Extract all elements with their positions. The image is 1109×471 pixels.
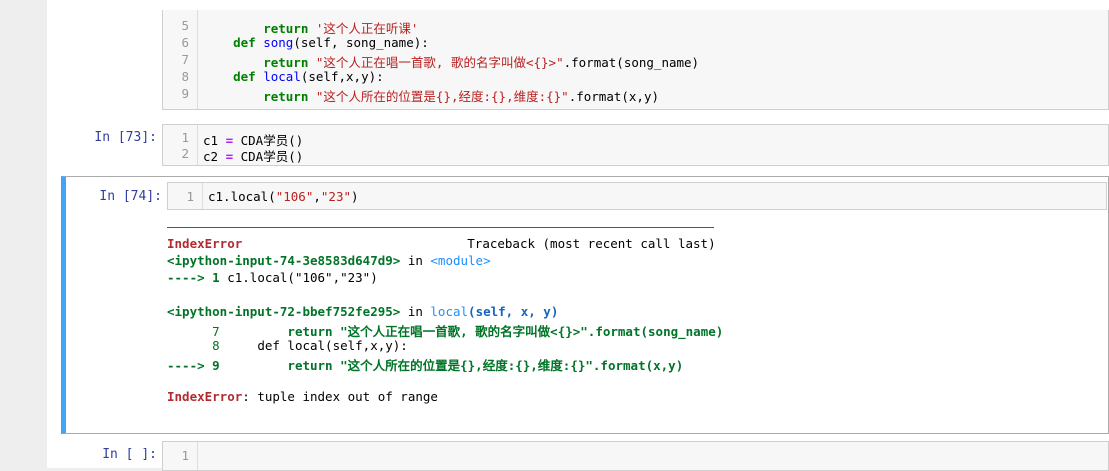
code-line-6: def song(self, song_name): [203,35,429,50]
traceback-frame-1: <ipython-input-74-3e8583d647d9> in <modu… [167,253,491,268]
error-message: IndexError: tuple index out of range [167,389,438,404]
traceback-frame-2-line-8: 8 def local(self,x,y): [167,338,408,353]
code-cell-73[interactable]: In [73]: 1 2 c1 = CDA学员() c2 = CDA学员() [47,124,1109,168]
line-number: 6 [181,35,189,50]
line-number: 5 [181,18,189,33]
input-prompt: In [74]: [99,189,162,204]
code-editor[interactable]: 1 c1.local("106","23") [167,182,1107,210]
code-line-8: def local(self,x,y): [203,69,384,84]
line-number: 2 [181,146,189,161]
line-number: 1 [181,130,189,145]
line-number: 1 [186,189,194,204]
code-editor[interactable]: 1 [162,441,1109,471]
traceback-frame-2: <ipython-input-72-bbef752fe295> in local… [167,304,559,319]
line-number: 1 [181,448,189,463]
line-number: 7 [181,52,189,67]
code-editor[interactable]: 1 2 c1 = CDA学员() c2 = CDA学员() [162,124,1109,166]
code-cell-72[interactable]: 5 6 7 8 9 return '这个人正在听课' def song(self… [47,10,1109,110]
traceback-divider [167,227,714,228]
code-cell-74[interactable]: In [74]: 1 c1.local("106","23") IndexErr… [61,176,1109,434]
line-number: 8 [181,69,189,84]
line-number: 9 [181,86,189,101]
traceback-frame-1-line: ----> 1 c1.local("106","23") [167,270,378,285]
traceback-header: IndexError Traceback (most recent call la… [167,236,716,251]
notebook-container: 5 6 7 8 9 return '这个人正在听课' def song(self… [47,0,1109,471]
code-editor[interactable]: 5 6 7 8 9 return '这个人正在听课' def song(self… [162,10,1109,110]
traceback-frame-2-line-9: ----> 9 return "这个人所在的位置是{},经度:{},维度:{}"… [167,358,684,373]
input-prompt: In [ ]: [102,447,157,462]
code-line-1: c1.local("106","23") [208,189,359,204]
code-line-9: return "这个人所在的位置是{},经度:{},维度:{}".format(… [203,89,660,104]
code-line-2: c2 = CDA学员() [203,149,304,164]
input-prompt: In [73]: [94,130,157,145]
code-cell-empty[interactable]: In [ ]: 1 [47,441,1109,471]
